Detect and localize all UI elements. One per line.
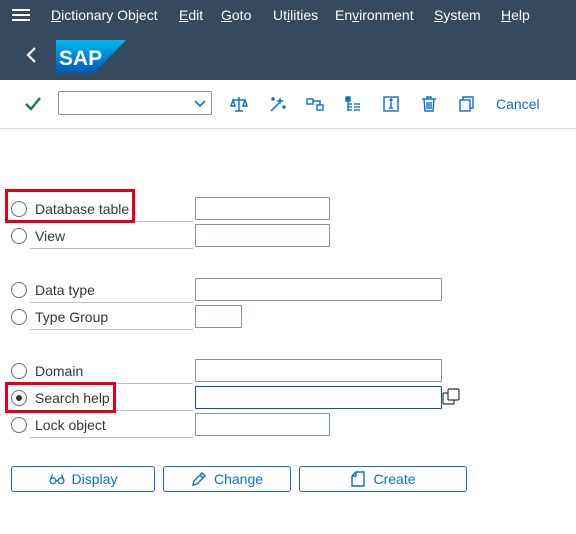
menu-dictionary-object[interactable]: Dictionary Object xyxy=(51,7,158,23)
input-type-group[interactable] xyxy=(195,305,242,328)
info-icon[interactable] xyxy=(381,94,401,114)
back-arrow-icon[interactable] xyxy=(22,44,42,66)
menu-label: oto xyxy=(231,7,252,23)
row-view: View xyxy=(0,224,576,251)
command-field[interactable] xyxy=(58,91,212,115)
glasses-icon xyxy=(48,471,65,487)
sap-logo: SAP xyxy=(56,40,126,73)
hierarchy-icon[interactable] xyxy=(343,94,363,114)
menu-mnemonic: E xyxy=(179,7,189,23)
create-button[interactable]: Create xyxy=(299,466,467,492)
menu-edit[interactable]: Edit xyxy=(179,7,203,23)
label-view: View xyxy=(35,228,66,244)
menu-label: elp xyxy=(511,7,530,23)
radio-domain[interactable] xyxy=(11,363,27,379)
command-input[interactable] xyxy=(63,94,187,114)
row-divider xyxy=(30,329,193,330)
pencil-icon xyxy=(191,471,207,487)
row-divider xyxy=(30,302,193,303)
where-used-icon[interactable] xyxy=(229,94,249,114)
row-type-group: Type Group xyxy=(0,305,576,332)
menu-bar: Dictionary Object Edit Goto Utilities En… xyxy=(0,0,576,30)
chevron-down-icon[interactable] xyxy=(193,96,207,110)
row-divider xyxy=(30,437,193,438)
new-document-icon xyxy=(350,471,366,487)
menu-label: ictionary Object xyxy=(61,7,158,23)
menu-label: dit xyxy=(188,7,204,23)
input-view[interactable] xyxy=(195,224,330,247)
input-data-type[interactable] xyxy=(195,278,442,301)
menu-mnemonic: H xyxy=(501,7,512,23)
red-highlight-box xyxy=(5,382,116,413)
display-button-label: Display xyxy=(71,471,118,487)
cancel-button[interactable]: Cancel xyxy=(496,96,540,112)
enter-icon[interactable] xyxy=(23,94,43,114)
input-database-table[interactable] xyxy=(195,197,330,220)
red-highlight-box xyxy=(5,189,135,223)
menu-label: ystem xyxy=(443,7,481,23)
menu-mnemonic: D xyxy=(51,7,62,23)
menu-mnemonic: G xyxy=(221,7,232,23)
input-lock-object[interactable] xyxy=(195,413,330,436)
menu-system[interactable]: System xyxy=(434,7,481,23)
change-button[interactable]: Change xyxy=(163,466,291,492)
input-search-help[interactable] xyxy=(195,386,442,409)
application-toolbar: Cancel xyxy=(0,80,576,129)
create-button-label: Create xyxy=(373,471,416,487)
row-data-type: Data type xyxy=(0,278,576,305)
menu-label: Ut xyxy=(273,7,287,23)
copy-icon[interactable] xyxy=(457,94,477,114)
menu-help[interactable]: Help xyxy=(501,7,530,23)
radio-data-type[interactable] xyxy=(11,282,27,298)
radio-lock-object[interactable] xyxy=(11,417,27,433)
display-button[interactable]: Display xyxy=(11,466,155,492)
input-domain[interactable] xyxy=(195,359,442,382)
check-object-icon[interactable] xyxy=(305,94,325,114)
menu-label: En xyxy=(335,7,353,23)
label-data-type: Data type xyxy=(35,282,95,298)
label-lock-object: Lock object xyxy=(35,417,106,433)
row-divider xyxy=(30,248,193,249)
shell-bar: SAP xyxy=(0,30,576,80)
menu-utilities[interactable]: Utilities xyxy=(273,7,318,23)
activate-icon[interactable] xyxy=(267,94,287,114)
value-help-icon[interactable] xyxy=(442,387,460,407)
row-lock-object: Lock object xyxy=(0,413,576,440)
logo-text: SAP xyxy=(59,47,102,70)
menu-label: lities xyxy=(290,7,319,23)
radio-view[interactable] xyxy=(11,228,27,244)
menu-goto[interactable]: Goto xyxy=(221,7,251,23)
radio-type-group[interactable] xyxy=(11,309,27,325)
menu-mnemonic: S xyxy=(434,7,444,23)
delete-icon[interactable] xyxy=(419,94,439,114)
menu-icon[interactable] xyxy=(12,8,30,22)
menu-environment[interactable]: Environment xyxy=(335,7,414,23)
menu-label: ironment xyxy=(359,7,414,23)
change-button-label: Change xyxy=(213,471,264,487)
label-domain: Domain xyxy=(35,363,84,379)
label-type-group: Type Group xyxy=(35,309,109,325)
